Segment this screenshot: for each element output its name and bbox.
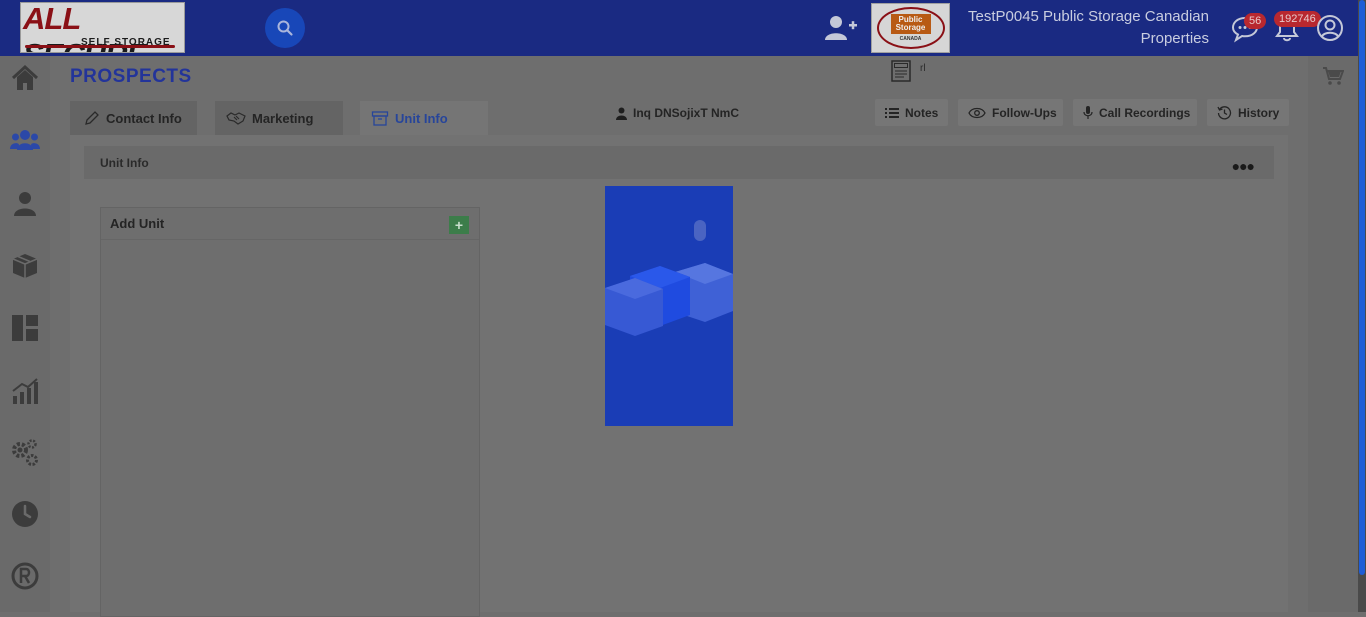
cart-icon[interactable] (1322, 66, 1344, 86)
boxes-loading-icon (605, 220, 733, 336)
reports-chart-icon[interactable] (10, 376, 40, 406)
archive-box-icon (371, 111, 389, 126)
notes-button[interactable]: Notes (875, 99, 948, 126)
notes-button-label: Notes (905, 105, 939, 120)
home-icon[interactable] (10, 63, 40, 93)
page-title: PROSPECTS (70, 66, 192, 87)
tab-contact-info[interactable]: Contact Info (70, 101, 197, 135)
tab-label: Unit Info (395, 110, 448, 126)
messages-count-badge: 56 (1244, 13, 1267, 29)
eye-icon (968, 107, 986, 118)
tenant-user-icon[interactable] (10, 189, 40, 219)
logo-text-all: ALL (23, 2, 81, 36)
history-icon (1217, 106, 1232, 120)
document-icon[interactable] (890, 60, 912, 82)
inquiry-name: Inq DNSojixT NmC (633, 106, 740, 120)
units-box-icon[interactable] (10, 251, 40, 281)
tab-label: Contact Info (106, 110, 182, 126)
microphone-icon (1083, 105, 1093, 119)
registered-mark-icon[interactable] (10, 561, 40, 591)
tab-marketing[interactable]: Marketing (215, 101, 343, 135)
vertical-scrollbar[interactable] (1358, 0, 1366, 612)
unit-info-panel-header: Unit Info ●●● (84, 146, 1274, 179)
pencil-icon (85, 111, 99, 125)
facility-name[interactable]: TestP0045 Public Storage Canadian Proper… (949, 6, 1209, 50)
inquiry-label: Inq DNSojixT NmC (616, 106, 739, 120)
left-sidebar (0, 56, 50, 612)
top-bar: ALL SECURE SELF STORAGE Public Storage C… (0, 0, 1358, 56)
loading-animation (605, 186, 733, 426)
add-unit-title: Add Unit (110, 216, 165, 231)
follow-ups-button-label: Follow-Ups (992, 105, 1057, 120)
add-unit-card-header: Add Unit + (101, 208, 479, 240)
person-icon (616, 107, 627, 120)
settings-gears-icon[interactable] (10, 438, 40, 468)
company-logo[interactable]: ALL SECURE SELF STORAGE (20, 2, 185, 53)
tab-unit-info[interactable]: Unit Info (360, 101, 488, 135)
search-button[interactable] (265, 8, 305, 48)
facility-brand-logo[interactable]: Public Storage CANADA (871, 3, 950, 53)
user-profile-icon[interactable] (1315, 13, 1345, 43)
call-recordings-button-label: Call Recordings (1099, 105, 1191, 120)
unit-info-panel-title: Unit Info (100, 156, 149, 170)
add-unit-button[interactable]: + (449, 216, 469, 234)
brand-logo-text-storage: Storage (895, 23, 926, 32)
clock-history-icon[interactable] (10, 499, 40, 529)
call-recordings-button[interactable]: Call Recordings (1073, 99, 1197, 126)
follow-ups-button[interactable]: Follow-Ups (958, 99, 1063, 126)
search-icon (277, 20, 293, 36)
scrollbar-thumb[interactable] (1359, 0, 1365, 575)
history-button-label: History (1238, 105, 1280, 120)
document-label: rl (920, 63, 926, 74)
handshake-icon (226, 112, 246, 125)
prospects-people-icon[interactable] (10, 126, 40, 156)
logo-text-self-storage: SELF STORAGE (81, 37, 171, 48)
history-button[interactable]: History (1207, 99, 1289, 126)
right-rail (1308, 56, 1358, 612)
notifications-count-badge: 192746 (1274, 11, 1321, 27)
tab-label: Marketing (252, 110, 314, 126)
list-icon (885, 107, 899, 118)
more-options-icon[interactable]: ●●● (1232, 158, 1255, 174)
brand-logo-text-canada: CANADA (899, 36, 922, 42)
dashboard-layout-icon[interactable] (10, 313, 40, 343)
add-user-icon[interactable] (823, 13, 859, 43)
add-unit-card: Add Unit + (100, 207, 480, 617)
